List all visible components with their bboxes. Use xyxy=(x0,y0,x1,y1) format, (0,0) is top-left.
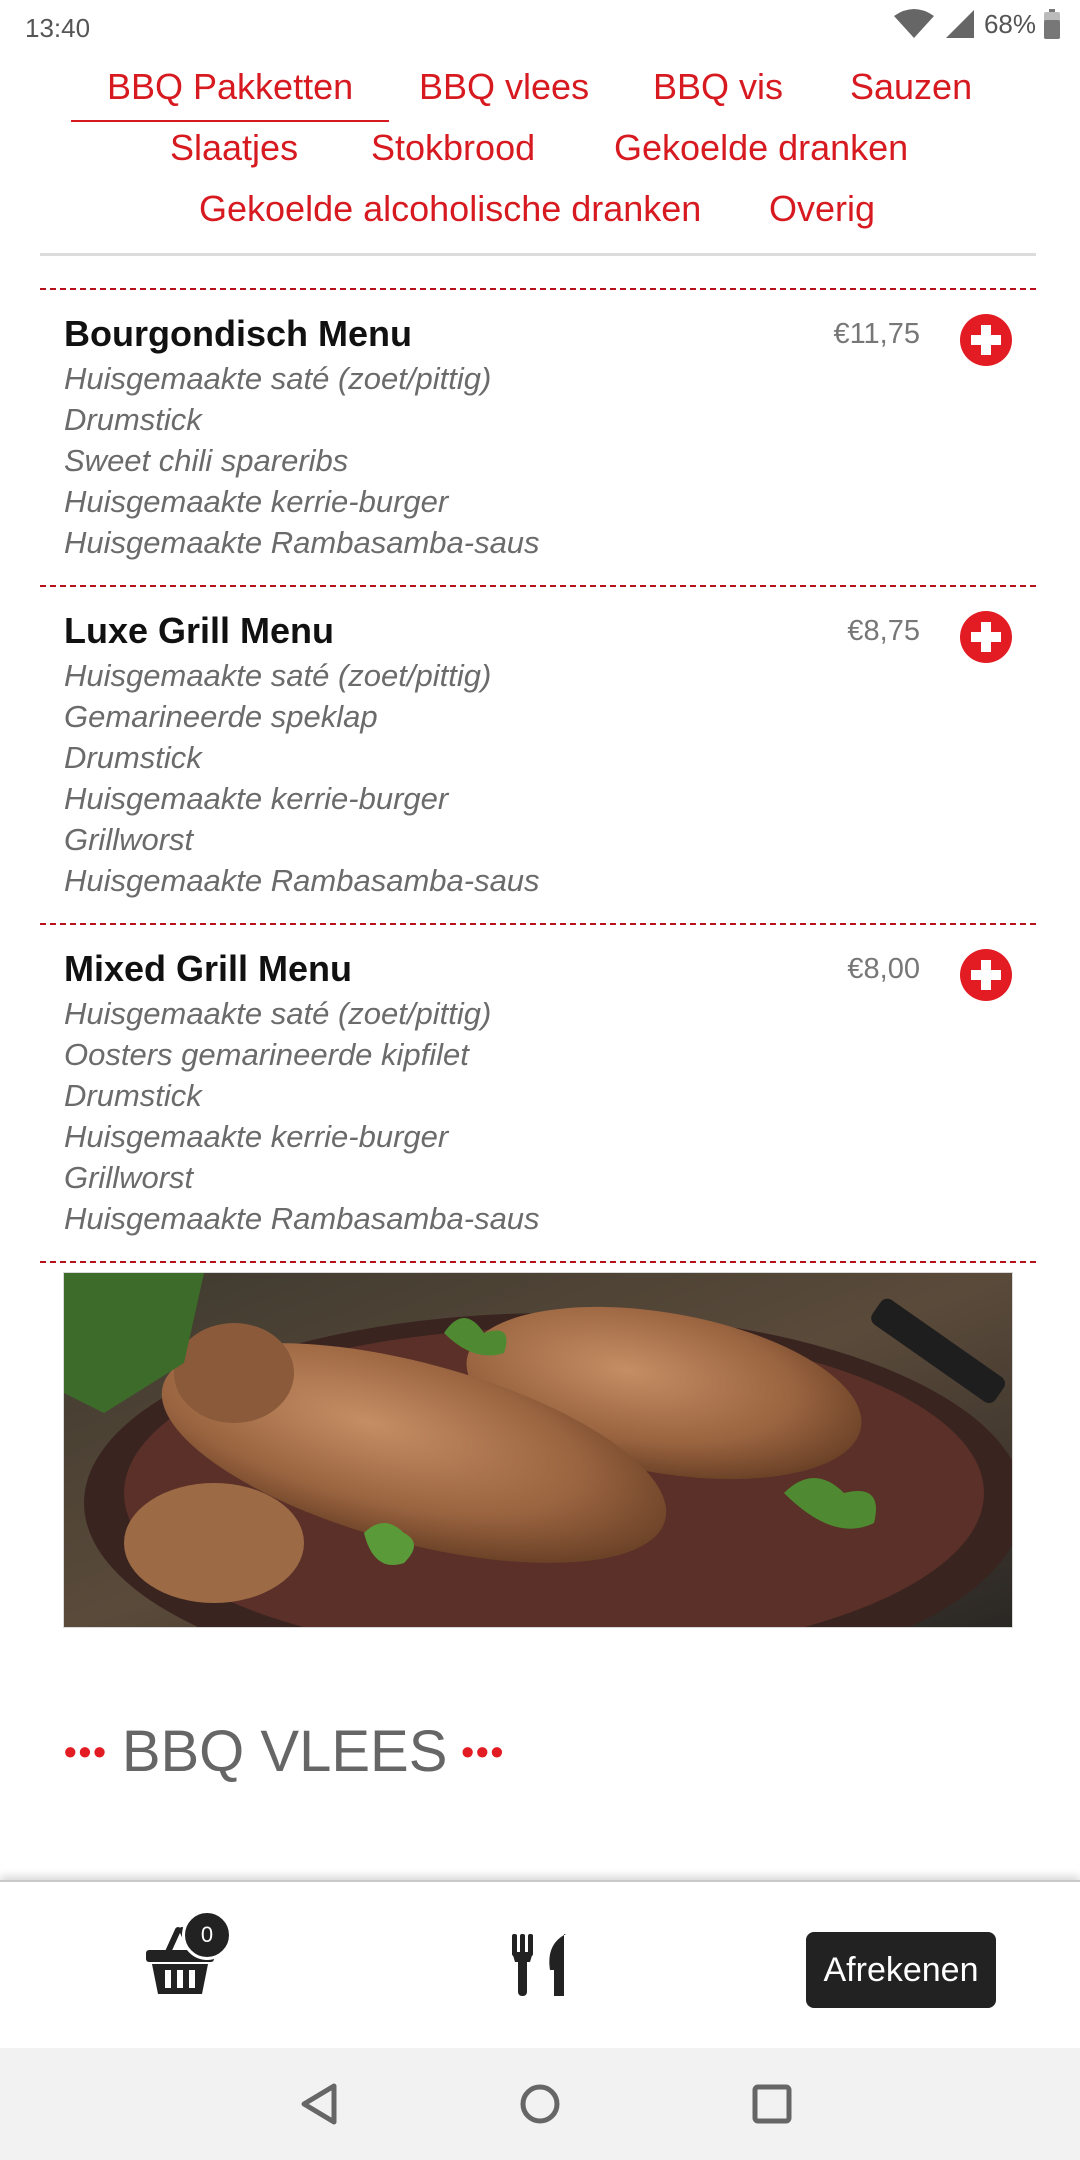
fork-knife-icon xyxy=(512,1934,566,1996)
menu-item-line: Drumstick xyxy=(64,740,202,775)
tab-bbq-vlees[interactable]: BBQ vlees xyxy=(419,66,589,108)
add-to-cart-button[interactable] xyxy=(960,949,1012,1001)
back-triangle-icon xyxy=(301,2083,337,2125)
menu-item-line: Huisgemaakte Rambasamba-saus xyxy=(64,863,540,898)
section-title: BBQ VLEES xyxy=(121,1719,448,1784)
menu-item: Bourgondisch Menu Huisgemaakte saté (zoe… xyxy=(40,290,1036,585)
menu-item-line: Grillworst xyxy=(64,1160,194,1195)
menu-item-line: Gemarineerde speklap xyxy=(64,699,378,734)
bottom-action-bar: 0 Afrekenen xyxy=(0,1880,1080,2048)
menu-item-line: Huisgemaakte kerrie-burger xyxy=(64,484,449,519)
battery-icon xyxy=(1044,9,1060,39)
status-icons: 68% xyxy=(892,8,1060,40)
menu-item-line: Huisgemaakte Rambasamba-saus xyxy=(64,525,540,560)
menu-item: Luxe Grill Menu Huisgemaakte saté (zoet/… xyxy=(40,587,1036,923)
wifi-icon xyxy=(893,9,934,38)
dashed-divider xyxy=(40,1261,1036,1263)
menu-item-line: Huisgemaakte kerrie-burger xyxy=(64,1119,449,1154)
battery-percentage: 68% xyxy=(983,8,1036,39)
tabs-divider xyxy=(40,253,1036,256)
menu-item-line: Grillworst xyxy=(64,822,194,857)
plus-circle-icon xyxy=(971,622,1001,652)
menu-item-line: Huisgemaakte saté (zoet/pittig) xyxy=(64,658,492,693)
tab-gekoelde-alcoholische-dranken[interactable]: Gekoelde alcoholische dranken xyxy=(199,188,701,230)
menu-item-line: Huisgemaakte saté (zoet/pittig) xyxy=(64,361,492,396)
heading-dots-right: ••• xyxy=(461,1730,506,1772)
status-time: 13:40 xyxy=(25,13,91,43)
menu-item-line: Huisgemaakte saté (zoet/pittig) xyxy=(64,996,492,1031)
nav-home-button[interactable] xyxy=(510,2076,570,2132)
add-to-cart-button[interactable] xyxy=(960,314,1012,366)
tab-gekoelde-dranken[interactable]: Gekoelde dranken xyxy=(614,127,908,169)
tab-bbq-vis[interactable]: BBQ vis xyxy=(653,66,783,108)
menu-item-price: €8,00 xyxy=(847,953,920,985)
menu-button[interactable] xyxy=(508,1930,572,2000)
menu-item: Mixed Grill Menu Huisgemaakte saté (zoet… xyxy=(40,925,1036,1261)
cellular-signal-icon xyxy=(945,10,974,38)
tab-bbq-pakketten[interactable]: BBQ Pakketten xyxy=(70,66,390,122)
tab-stokbrood[interactable]: Stokbrood xyxy=(371,127,535,169)
recents-square-icon xyxy=(752,2084,792,2124)
menu-item-line: Sweet chili spareribs xyxy=(64,443,349,478)
nav-recents-button[interactable] xyxy=(742,2076,802,2132)
status-bar: 13:40 68% xyxy=(0,0,1080,58)
menu-item-line: Drumstick xyxy=(64,402,202,437)
menu-item-line: Huisgemaakte Rambasamba-saus xyxy=(64,1201,540,1236)
tab-slaatjes[interactable]: Slaatjes xyxy=(170,127,298,169)
food-photo xyxy=(63,1272,1013,1628)
plus-circle-icon xyxy=(971,325,1001,355)
menu-item-line: Oosters gemarineerde kipfilet xyxy=(64,1037,469,1072)
cart-count-badge: 0 xyxy=(182,1910,232,1960)
menu-item-price: €8,75 xyxy=(847,615,920,647)
tab-sauzen[interactable]: Sauzen xyxy=(850,66,972,108)
plus-circle-icon xyxy=(971,960,1001,990)
section-heading: ••• BBQ VLEES ••• xyxy=(64,1718,505,1785)
home-circle-icon xyxy=(520,2084,560,2124)
heading-dots-left: ••• xyxy=(64,1730,108,1772)
menu-item-line: Huisgemaakte kerrie-burger xyxy=(64,781,449,816)
menu-item-line: Drumstick xyxy=(64,1078,202,1113)
menu-item-price: €11,75 xyxy=(833,318,920,350)
system-navigation-bar xyxy=(0,2048,1080,2160)
tab-overig[interactable]: Overig xyxy=(769,188,875,230)
menu-list: Bourgondisch Menu Huisgemaakte saté (zoe… xyxy=(40,288,1036,1263)
add-to-cart-button[interactable] xyxy=(960,611,1012,663)
checkout-button[interactable]: Afrekenen xyxy=(806,1932,996,2008)
nav-back-button[interactable] xyxy=(290,2076,350,2132)
